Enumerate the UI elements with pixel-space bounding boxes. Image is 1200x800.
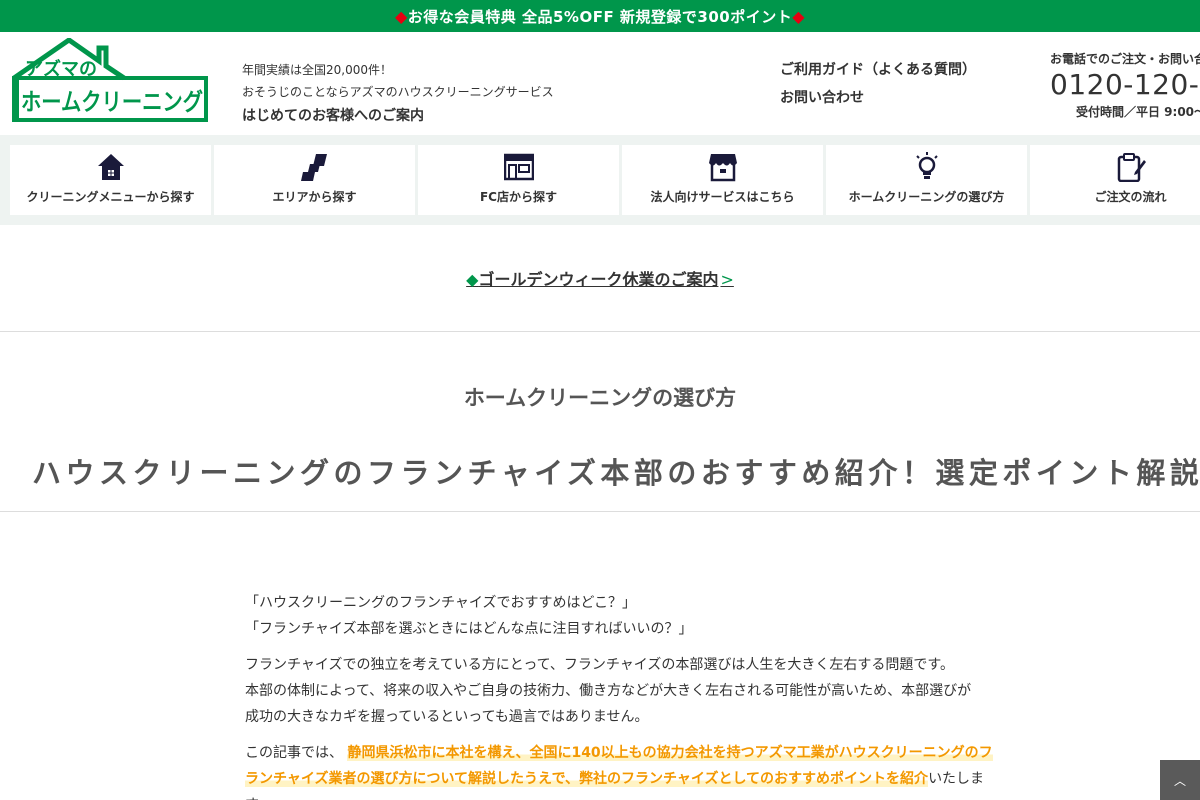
area-icon xyxy=(300,154,327,181)
quote-line: 「フランチャイズ本部を選ぶときにはどんな点に注目すればいいの？」 xyxy=(245,621,693,637)
article-body: 「ハウスクリーニングのフランチャイズでおすすめはどこ？」 「フランチャイズ本部を… xyxy=(245,590,1000,800)
notice-area: ◆ゴールデンウィーク休業のご案内 > xyxy=(0,225,1200,332)
home-icon xyxy=(97,154,124,180)
nav-item-area[interactable]: エリアから探す xyxy=(214,145,415,215)
nav-label: ホームクリーニングの選び方 xyxy=(848,190,1005,204)
main-nav: クリーニングメニューから探す エリアから探す FC店から探す 法人向けサービスは… xyxy=(0,135,1200,225)
diamond-icon: ◆ xyxy=(394,6,408,26)
nav-label: エリアから探す xyxy=(272,190,357,204)
nav-item-fc-shop[interactable]: FC店から探す xyxy=(418,145,619,215)
contact-link[interactable]: お問い合わせ xyxy=(780,84,976,112)
lightbulb-icon xyxy=(915,152,938,179)
article-title: ハウスクリーニングのフランチャイズ本部のおすすめ紹介！選定ポイント解説 xyxy=(32,456,1200,490)
tagline: 年間実績は全国20,000件！ おそうじのことならアズマのハウスクリーニングサー… xyxy=(242,59,554,129)
notice-text: ゴールデンウィーク休業のご案内 xyxy=(478,270,719,289)
first-guide-link[interactable]: はじめてのお客様へのご案内 xyxy=(242,103,554,129)
golden-week-notice-link[interactable]: ◆ゴールデンウィーク休業のご案内 > xyxy=(466,266,734,290)
phone-label: お電話でのご注文・お問い合 xyxy=(1050,52,1200,66)
nav-item-corporate[interactable]: 法人向けサービスはこちら xyxy=(622,145,823,215)
nav-item-how-to-choose[interactable]: ホームクリーニングの選び方 xyxy=(826,145,1027,215)
site-header: アズマの ホームクリーニング 年間実績は全国20,000件！ おそうじのことなら… xyxy=(0,32,1200,135)
store-icon xyxy=(708,154,737,182)
header-links: ご利用ガイド（よくある質問） お問い合わせ xyxy=(780,56,976,112)
nav-label: 法人向けサービスはこちら xyxy=(650,190,795,204)
chevron-up-icon: ︿ xyxy=(1173,773,1186,788)
body-text: 成功の大きなカギを握っているといっても過言ではありません。 xyxy=(245,709,649,725)
quote-line: 「ハウスクリーニングのフランチャイズでおすすめはどこ？」 xyxy=(245,595,637,611)
article-category[interactable]: ホームクリーニングの選び方 xyxy=(0,382,1200,412)
clipboard-icon xyxy=(1117,153,1146,182)
diamond-icon: ◆ xyxy=(792,6,806,26)
site-logo[interactable]: アズマの ホームクリーニング xyxy=(11,36,209,124)
logo-line2: ホームクリーニング xyxy=(21,89,203,116)
tagline-line2: おそうじのことならアズマのハウスクリーニングサービス xyxy=(242,85,554,99)
nav-label: ご注文の流れ xyxy=(1094,190,1167,204)
nav-label: FC店から探す xyxy=(479,190,557,204)
logo-line1: アズマの xyxy=(25,58,97,79)
body-text: フランチャイズでの独立を考えている方にとって、フランチャイズの本部選びは人生を大… xyxy=(245,657,954,673)
body-text: この記事では、 xyxy=(245,745,343,761)
promo-text: お得な会員特典 全品5%OFF 新規登録で300ポイント xyxy=(407,7,793,26)
nav-item-cleaning-menu[interactable]: クリーニングメニューから探す xyxy=(10,145,211,215)
promo-bar[interactable]: ◆ お得な会員特典 全品5%OFF 新規登録で300ポイント ◆ xyxy=(0,0,1200,32)
phone-hours: 受付時間／平日 9:00〜 xyxy=(1076,105,1200,119)
page-top-button[interactable]: ︿ xyxy=(1160,760,1200,800)
article-header: ホームクリーニングの選び方 ハウスクリーニングのフランチャイズ本部のおすすめ紹介… xyxy=(0,332,1200,512)
nav-item-order-flow[interactable]: ご注文の流れ xyxy=(1030,145,1200,215)
tagline-line1: 年間実績は全国20,000件！ xyxy=(242,63,392,77)
body-text: 本部の体制によって、将来の収入やご自身の技術力、働き方などが大きく左右される可能… xyxy=(245,683,972,699)
nav-label: クリーニングメニューから探す xyxy=(26,190,195,204)
phone-contact: お電話でのご注文・お問い合 0120-120-0 受付時間／平日 9:00〜 xyxy=(1050,50,1200,120)
phone-number[interactable]: 0120-120-0 xyxy=(1050,67,1200,103)
highlight-text: 静岡県浜松市に本社を構え、全国に140以上もの協力会社を持つアズマ工業がハウスク… xyxy=(245,745,993,787)
shop-icon xyxy=(503,153,534,181)
notice-arrow: > xyxy=(720,270,734,289)
diamond-icon: ◆ xyxy=(466,270,479,289)
guide-link[interactable]: ご利用ガイド（よくある質問） xyxy=(780,56,976,84)
